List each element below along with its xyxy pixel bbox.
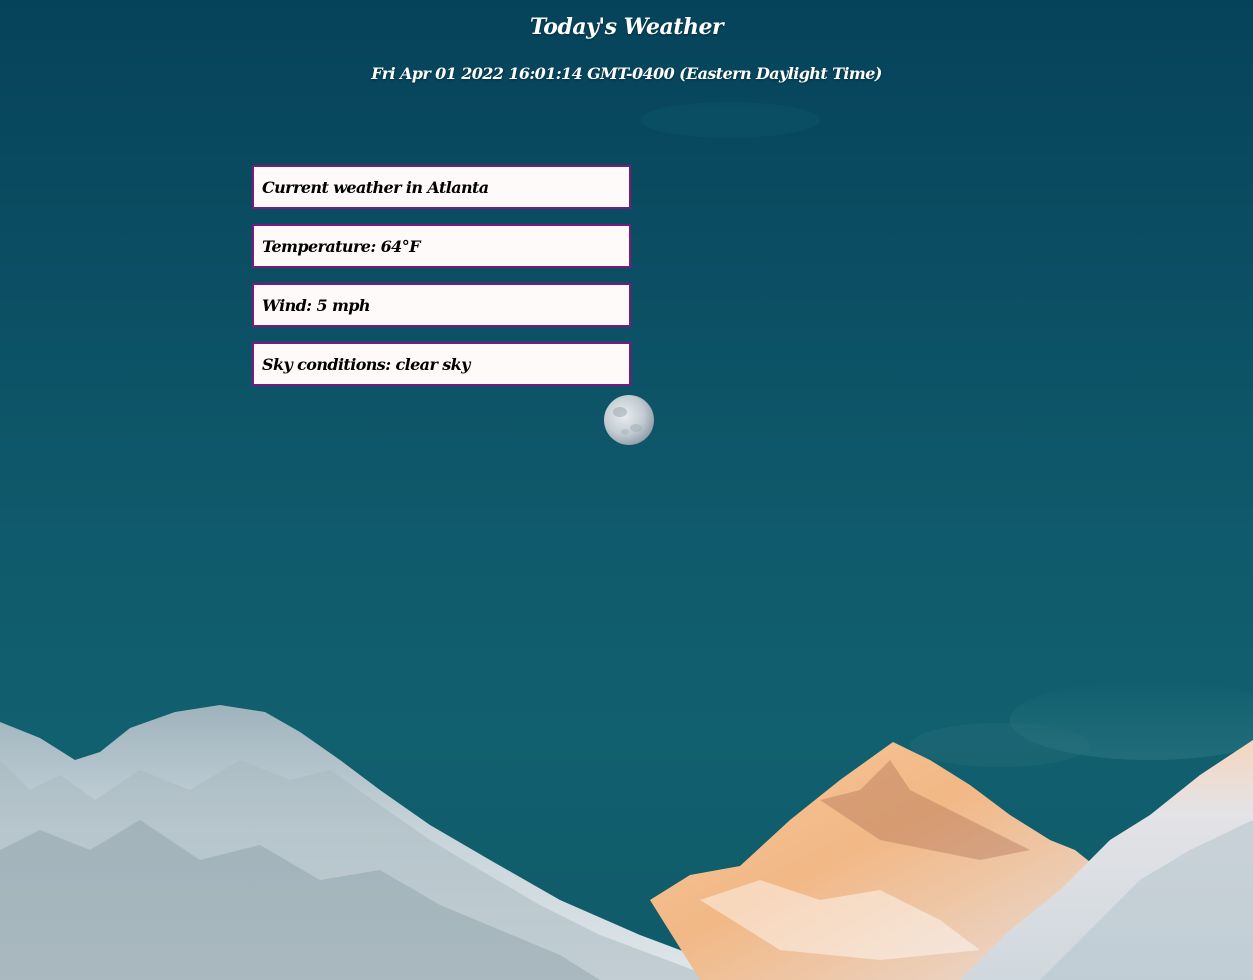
temperature-card: Temperature: 64°F <box>252 224 631 268</box>
location-text: Current weather in Atlanta <box>262 177 489 197</box>
temperature-text: Temperature: 64°F <box>262 236 420 256</box>
wind-card: Wind: 5 mph <box>252 283 631 327</box>
wind-text: Wind: 5 mph <box>262 295 371 315</box>
right-mountains <box>960 740 1253 980</box>
sky-conditions-text: Sky conditions: clear sky <box>262 354 470 374</box>
location-card: Current weather in Atlanta <box>252 165 631 209</box>
background-scene <box>0 102 1253 980</box>
cloud-wisps <box>640 102 1253 767</box>
page-title: Today's Weather <box>529 14 724 40</box>
sky-conditions-card: Sky conditions: clear sky <box>252 342 631 386</box>
weather-info-list: Current weather in Atlanta Temperature: … <box>252 165 631 401</box>
moon-icon <box>604 395 654 445</box>
current-datetime: Fri Apr 01 2022 16:01:14 GMT-0400 (Easte… <box>371 64 882 83</box>
sunlit-peak <box>650 742 1100 980</box>
left-mountains <box>0 705 760 980</box>
